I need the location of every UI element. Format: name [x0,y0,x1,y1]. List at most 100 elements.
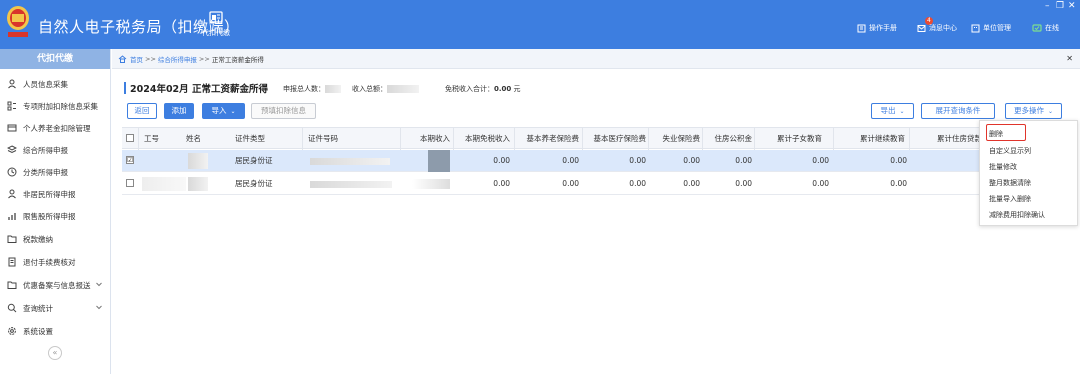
select-all-checkbox[interactable] [126,134,134,142]
row-checkbox[interactable] [126,179,134,187]
document-icon [8,257,16,267]
employee-no-cell [144,150,184,172]
table-row[interactable]: ☑ 居民身份证 0.00 0.00 0.00 0.00 0.00 0.00 0.… [122,150,1008,172]
header-pension[interactable]: 基本养老保险费 [517,128,580,150]
menu-item-batch-edit[interactable]: 批量修改 [989,162,1017,172]
more-actions-button[interactable]: 更多操作 ⌄ [1005,103,1062,119]
search-icon [7,303,17,313]
menu-item-custom-columns[interactable]: 自定义显示列 [989,146,1031,156]
table-row[interactable]: 居民身份证 0.00 0.00 0.00 0.00 0.00 0.00 0.00… [122,173,1008,195]
breadcrumb-home[interactable]: 首页 [130,54,143,64]
expand-query-button[interactable]: 展开查询条件 [921,103,995,119]
module-withholding[interactable]: 代扣代缴 [196,10,236,38]
header-child-education[interactable]: 累计子女教育 [756,128,822,150]
sidebar-item-payment[interactable]: 税款缴纳 [0,228,111,250]
redacted-id-number [310,158,390,165]
manual-label: 操作手册 [869,24,897,32]
message-center-button[interactable]: 消息中心 [917,23,957,33]
redacted-name [188,177,208,191]
sidebar-collapse-icon[interactable]: « [48,346,62,360]
close-tab-icon[interactable]: ✕ [1066,54,1073,63]
import-button[interactable]: 导入 ⌄ [202,103,245,119]
header-medical[interactable]: 基本医疗保险费 [584,128,647,150]
menu-item-delete[interactable]: 删除 [989,129,1003,139]
sidebar-item-classified[interactable]: 分类所得申报 [0,161,111,183]
online-status[interactable]: 在线 [1032,23,1059,33]
header-unemployment[interactable]: 失业保险费 [650,128,701,150]
header-id-type[interactable]: 证件类型 [235,128,295,150]
more-actions-label: 更多操作 [1013,106,1044,115]
sidebar-item-comprehensive[interactable]: 综合所得申报 [0,139,111,161]
id-type-cell: 居民身份证 [235,179,273,188]
clock-icon [7,167,17,177]
sidebar-item-preferential[interactable]: 优惠备案与信息报送 [0,274,111,296]
menu-item-deduction-confirm[interactable]: 减除费用扣除确认 [989,210,1045,220]
id-type-cell: 居民身份证 [235,156,273,165]
chevron-down-icon: ⌄ [230,108,236,115]
header-employee-no[interactable]: 工号 [144,128,184,150]
page-title-row: 2024年02月 正常工资薪金所得 [124,80,268,96]
minimize-icon[interactable]: – [1045,2,1050,11]
unit-label: 单位管理 [983,24,1011,32]
stack-icon [7,145,17,154]
total-people-stat: 申报总人数： [283,84,341,94]
sidebar-item-nonresident[interactable]: 非居民所得申报 [0,183,111,205]
page-title: 2024年02月 正常工资薪金所得 [130,84,268,95]
header-taxfree-income[interactable]: 本期免税收入 [456,128,510,150]
header-continuing-education[interactable]: 累计继续教育 [835,128,905,150]
unit-manage-button[interactable]: 单位管理 [971,23,1011,33]
sidebar-item-label: 个人养老金扣除管理 [23,123,91,133]
taxfree-value: 0.00 [494,85,512,93]
sidebar-item-personnel[interactable]: 人员信息采集 [0,73,111,95]
medical-cell: 0.00 [629,156,646,165]
export-button[interactable]: 导出 ⌄ [871,103,914,119]
close-icon[interactable]: ✕ [1068,2,1076,11]
sidebar-item-pension[interactable]: 个人养老金扣除管理 [0,117,111,139]
sidebar-item-special-deduction[interactable]: 专项附加扣除信息采集 [0,95,111,117]
menu-item-clear-month[interactable]: 整月数据清除 [989,178,1031,188]
chevron-down-icon: ⌄ [899,108,905,115]
chevron-down-icon [96,305,102,310]
unemployment-cell: 0.00 [683,179,700,188]
prefill-deduction-button[interactable]: 预填扣除信息 [251,103,316,119]
column-divider [909,128,910,150]
sidebar-item-label: 退付手续费核对 [23,257,76,267]
menu-item-batch-import-delete[interactable]: 批量导入删除 [989,194,1031,204]
title-bar: 自然人电子税务局（扣缴端） 代扣代缴 操作手册 4 消息中心 单位管理 在线 –… [0,0,1080,49]
book-icon [857,24,866,32]
redacted-income [428,150,450,172]
header-name[interactable]: 姓名 [186,128,226,150]
back-button[interactable]: 返回 [127,103,157,119]
restore-icon[interactable]: ❐ [1056,2,1064,11]
taxfree-cell: 0.00 [493,179,510,188]
module-icon [209,11,223,23]
row-checkbox[interactable]: ☑ [126,156,134,164]
sidebar-item-refund-fee[interactable]: 退付手续费核对 [0,251,111,273]
sidebar-item-label: 非居民所得申报 [23,189,76,199]
sidebar-item-restricted-stock[interactable]: 限售股所得申报 [0,205,111,227]
header-housing-fund[interactable]: 住房公积金 [704,128,753,150]
building-icon [971,24,980,32]
breadcrumb-comprehensive[interactable]: 综合所得申报 [158,54,197,64]
export-label: 导出 [880,106,896,115]
add-button[interactable]: 添加 [164,103,194,119]
home-icon[interactable] [118,54,127,63]
taxfree-label: 免税收入合计： [445,85,494,93]
header-income[interactable]: 本期收入 [412,128,450,150]
sidebar-item-query[interactable]: 查询统计 [0,297,111,319]
manual-button[interactable]: 操作手册 [857,23,897,33]
child-education-cell: 0.00 [812,179,829,188]
redacted-value [387,85,419,93]
sidebar-item-label: 税款缴纳 [23,234,53,244]
taxfree-unit: 元 [513,85,521,93]
gear-icon [8,327,16,335]
breadcrumb: 首页 >> 综合所得申报 >> 正常工资薪金所得 ✕ [112,49,1080,69]
continuing-education-cell: 0.00 [890,179,907,188]
sidebar-item-label: 分类所得申报 [23,167,68,177]
sidebar-item-settings[interactable]: 系统设置 [0,320,111,342]
continuing-education-cell: 0.00 [890,156,907,165]
title-accent [124,82,126,94]
header-id-number[interactable]: 证件号码 [308,128,388,150]
person-icon [8,189,16,199]
medical-cell: 0.00 [629,179,646,188]
